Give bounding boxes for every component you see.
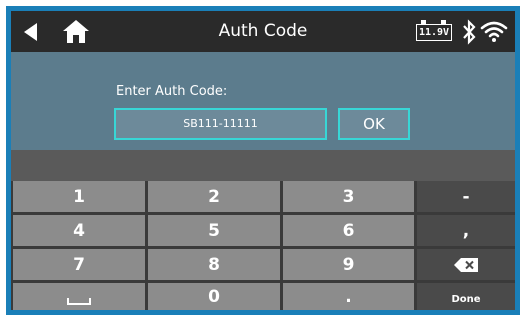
key-0[interactable]: 0 (148, 283, 280, 310)
keyboard-spacer (11, 150, 515, 181)
key-3[interactable]: 3 (283, 181, 414, 212)
back-arrow-icon[interactable] (19, 20, 43, 44)
key-period[interactable]: . (283, 283, 414, 310)
wifi-icon (480, 21, 508, 42)
auth-panel: Enter Auth Code: SB111-11111 OK (11, 52, 515, 150)
auth-code-label: Enter Auth Code: (116, 84, 228, 99)
bluetooth-icon (463, 19, 476, 45)
backspace-icon (454, 258, 478, 272)
key-5[interactable]: 5 (148, 215, 280, 246)
key-1[interactable]: 1 (13, 181, 145, 212)
key-2[interactable]: 2 (148, 181, 280, 212)
numeric-keyboard: 1 2 3 - 4 5 6 , 7 8 9 0 . Done (11, 181, 515, 310)
key-4[interactable]: 4 (13, 215, 145, 246)
space-icon (67, 298, 91, 305)
key-done[interactable]: Done (417, 283, 515, 310)
key-6[interactable]: 6 (283, 215, 414, 246)
screen: Auth Code 11.9V Enter Auth Code: SB111-1… (11, 11, 515, 310)
key-space[interactable] (13, 283, 145, 310)
home-icon[interactable] (62, 18, 90, 44)
top-bar: Auth Code 11.9V (11, 11, 515, 52)
key-9[interactable]: 9 (283, 249, 414, 280)
device-frame: Auth Code 11.9V Enter Auth Code: SB111-1… (6, 6, 520, 315)
key-7[interactable]: 7 (13, 249, 145, 280)
key-backspace[interactable] (417, 249, 515, 280)
battery-icon: 11.9V (416, 20, 454, 42)
key-dash[interactable]: - (417, 181, 515, 212)
key-8[interactable]: 8 (148, 249, 280, 280)
auth-code-input[interactable]: SB111-11111 (114, 108, 327, 140)
battery-voltage: 11.9V (418, 27, 450, 38)
key-comma[interactable]: , (417, 215, 515, 246)
ok-button[interactable]: OK (338, 108, 410, 140)
